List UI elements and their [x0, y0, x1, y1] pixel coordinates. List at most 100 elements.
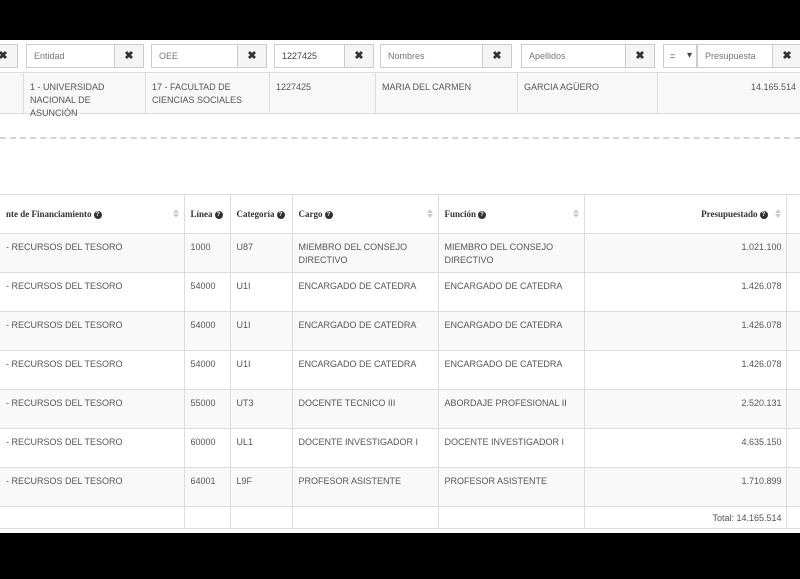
table-row[interactable]: - RECURSOS DEL TESORO 64001 L9F PROFESOR AS…	[0, 467, 800, 507]
help-icon[interactable]: ?	[478, 210, 487, 219]
cell-linea: 1000	[183, 233, 231, 273]
clear-cedula-button[interactable]: ✖	[344, 44, 374, 68]
presupuesto-filter-input[interactable]: Presupuesta	[697, 44, 773, 68]
sort-icon[interactable]	[774, 208, 781, 219]
total-empty-cell	[291, 506, 439, 529]
cell-categoria: UL1	[229, 428, 293, 468]
col-categoria-header[interactable]: Categoría?	[229, 194, 293, 234]
col-funcion-header[interactable]: Función?	[437, 194, 585, 234]
cell-extra	[785, 233, 800, 273]
cell-cargo: DOCENTE TECNICO III	[291, 389, 439, 429]
col-cargo-header[interactable]: Cargo?	[291, 194, 439, 234]
summary-oee: 17 - FACULTAD DE CIENCIAS SOCIALES	[146, 73, 270, 113]
cell-funcion: MIEMBRO DEL CONSEJO DIRECTIVO	[437, 233, 585, 273]
entidad-placeholder: Entidad	[34, 51, 65, 61]
cell-extra	[785, 467, 800, 507]
col-linea-header[interactable]: Línea?	[183, 194, 231, 234]
help-icon[interactable]: ?	[214, 210, 223, 219]
clear-icon: ✖	[354, 50, 364, 62]
table-row[interactable]: - RECURSOS DEL TESORO 60000 UL1 DOCENTE INV…	[0, 428, 800, 468]
help-icon[interactable]: ?	[276, 210, 285, 219]
summary-cell-empty	[0, 73, 24, 113]
col-categoria-label: Categoría	[236, 209, 275, 219]
cell-presupuestado: 1.426.078	[583, 272, 787, 312]
summary-presupuestado: 14.165.514	[750, 82, 796, 92]
col-fuente-header[interactable]: nte de Financiamiento?	[0, 194, 185, 234]
col-fuente-label: nte de Financiamiento	[6, 209, 92, 219]
col-funcion-label: Función	[444, 209, 477, 219]
clear-icon: ✖	[782, 50, 792, 62]
cell-presupuestado: 2.520.131	[583, 389, 787, 429]
cell-funcion: PROFESOR ASISTENTE	[437, 467, 585, 507]
col-presupuestado-header[interactable]: Presupuestado?	[583, 194, 787, 234]
cell-cargo: MIEMBRO DEL CONSEJO DIRECTIVO	[291, 233, 439, 273]
table-header-row: nte de Financiamiento? Línea? Categoría?…	[0, 194, 800, 234]
cell-categoria: U87	[229, 233, 293, 273]
help-icon[interactable]: ?	[759, 210, 768, 219]
total-empty-cell	[183, 506, 231, 529]
operator-select[interactable]: = ▾	[663, 44, 697, 68]
apellidos-placeholder: Apellidos	[529, 51, 566, 61]
cell-extra	[785, 428, 800, 468]
cell-extra	[785, 272, 800, 312]
cell-presupuestado: 1.426.078	[583, 350, 787, 390]
cell-fuente: - RECURSOS DEL TESORO	[0, 467, 185, 507]
clear-icon: ✖	[124, 50, 134, 62]
clear-icon: ✖	[247, 50, 257, 62]
col-linea-label: Línea	[190, 209, 213, 219]
help-icon[interactable]: ?	[324, 210, 333, 219]
total-amount: Total: 14.165.514	[583, 506, 787, 529]
cedula-filter-input[interactable]: 1227425	[274, 44, 345, 68]
sort-icon[interactable]	[426, 208, 433, 219]
clear-filter-button[interactable]: ✖	[0, 44, 18, 68]
total-empty-cell	[229, 506, 293, 529]
total-empty-cell	[0, 506, 185, 529]
cell-categoria: U1I	[229, 350, 293, 390]
cell-cargo: ENCARGADO DE CATEDRA	[291, 311, 439, 351]
oee-filter-input[interactable]: OEE	[151, 44, 238, 68]
chevron-down-icon: ▾	[686, 50, 692, 61]
cell-fuente: - RECURSOS DEL TESORO	[0, 311, 185, 351]
content-panel: ✖ Entidad ✖ OEE ✖ 1227425 ✖ Nombres ✖ Ap…	[0, 40, 800, 533]
apellidos-filter-input[interactable]: Apellidos	[521, 44, 626, 68]
col-presupuestado-label: Presupuestado	[701, 209, 758, 219]
sort-icon[interactable]	[172, 208, 179, 219]
col-extra-header	[785, 194, 800, 234]
cell-fuente: - RECURSOS DEL TESORO	[0, 389, 185, 429]
clear-apellidos-button[interactable]: ✖	[625, 44, 655, 68]
cell-linea: 54000	[183, 311, 231, 351]
summary-row[interactable]: 1 - UNIVERSIDAD NACIONAL DE ASUNCIÓN 17 …	[0, 72, 800, 118]
cell-linea: 54000	[183, 350, 231, 390]
cell-linea: 55000	[183, 389, 231, 429]
detail-table: nte de Financiamiento? Línea? Categoría?…	[0, 194, 800, 529]
summary-entidad: 1 - UNIVERSIDAD NACIONAL DE ASUNCIÓN	[24, 73, 146, 118]
table-row[interactable]: - RECURSOS DEL TESORO 54000 U1I ENCARGADO D…	[0, 272, 800, 312]
cell-categoria: UT3	[229, 389, 293, 429]
section-divider	[0, 137, 800, 139]
cell-fuente: - RECURSOS DEL TESORO	[0, 428, 185, 468]
nombres-filter-input[interactable]: Nombres	[380, 44, 483, 68]
cell-fuente: - RECURSOS DEL TESORO	[0, 272, 185, 312]
cell-categoria: U1I	[229, 311, 293, 351]
nombres-placeholder: Nombres	[388, 51, 425, 61]
table-row[interactable]: - RECURSOS DEL TESORO 54000 U1I ENCARGADO D…	[0, 350, 800, 390]
help-icon[interactable]: ?	[93, 210, 102, 219]
total-extra-cell	[785, 506, 800, 529]
clear-entidad-button[interactable]: ✖	[114, 44, 144, 68]
clear-nombres-button[interactable]: ✖	[482, 44, 512, 68]
cell-fuente: - RECURSOS DEL TESORO	[0, 350, 185, 390]
cell-extra	[785, 350, 800, 390]
filter-row: ✖ Entidad ✖ OEE ✖ 1227425 ✖ Nombres ✖ Ap…	[0, 42, 800, 70]
sort-icon[interactable]	[572, 208, 579, 219]
summary-nombres: MARIA DEL CARMEN	[376, 73, 518, 113]
clear-icon: ✖	[0, 50, 8, 62]
cell-linea: 60000	[183, 428, 231, 468]
clear-presupuesto-button[interactable]: ✖	[772, 44, 800, 68]
table-row[interactable]: - RECURSOS DEL TESORO 54000 U1I ENCARGADO D…	[0, 311, 800, 351]
table-row[interactable]: - RECURSOS DEL TESORO 55000 UT3 DOCENTE TEC…	[0, 389, 800, 429]
cell-linea: 64001	[183, 467, 231, 507]
clear-oee-button[interactable]: ✖	[237, 44, 267, 68]
total-empty-cell	[437, 506, 585, 529]
table-row[interactable]: - RECURSOS DEL TESORO 1000 U87 MIEMBRO DEL …	[0, 233, 800, 273]
entidad-filter-input[interactable]: Entidad	[26, 44, 115, 68]
